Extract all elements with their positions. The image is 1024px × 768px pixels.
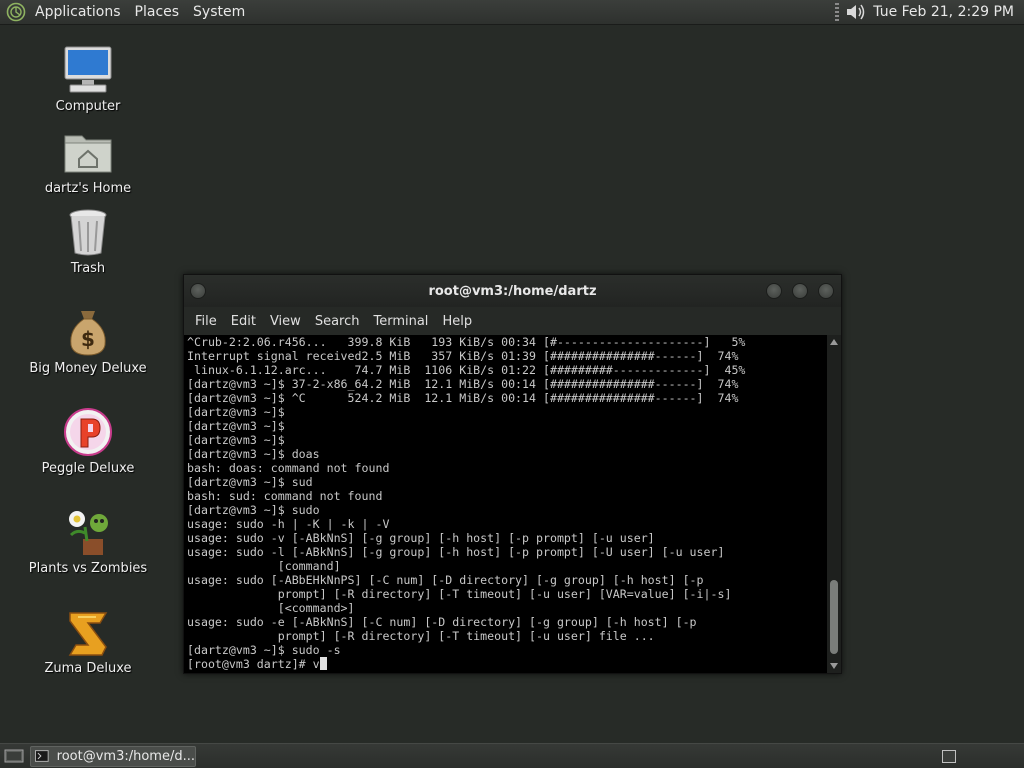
clock[interactable]: Tue Feb 21, 2:29 PM [867, 4, 1024, 20]
trash-icon [69, 209, 107, 256]
terminal-cursor [319, 657, 327, 670]
menu-view[interactable]: View [263, 314, 308, 329]
home-folder-icon [64, 135, 112, 173]
terminal-menubar: File Edit View Search Terminal Help [184, 307, 841, 335]
menu-file[interactable]: File [188, 314, 224, 329]
places-menu[interactable]: Places [128, 0, 187, 25]
show-desktop-icon[interactable] [4, 748, 24, 764]
menu-edit[interactable]: Edit [224, 314, 263, 329]
taskbar-terminal-button[interactable]: root@vm3:/home/d... [30, 745, 196, 767]
desktop-icon-label: Big Money Deluxe [29, 361, 147, 376]
applications-menu[interactable]: Applications [28, 0, 128, 25]
scroll-up-icon[interactable] [830, 339, 838, 345]
peggle-icon [64, 408, 112, 456]
terminal-line: [dartz@vm3 ~]$ sudo -s [187, 643, 341, 657]
terminal-output[interactable]: ^Crub-2:2.06.r456... 399.8 KiB 193 KiB/s… [184, 335, 827, 673]
workspace-switcher[interactable] [942, 749, 956, 763]
terminal-line: [dartz@vm3 ~]$ doas [187, 447, 320, 461]
terminal-line: usage: sudo -h | -K | -k | -V [187, 517, 390, 531]
terminal-titlebar[interactable]: root@vm3:/home/dartz [184, 275, 841, 307]
terminal-line: bash: sud: command not found [187, 489, 383, 503]
terminal-line: [dartz@vm3 ~]$ ^C 524.2 MiB 12.1 MiB/s 0… [187, 391, 739, 405]
svg-text:$: $ [81, 327, 95, 351]
desktop-icon-big-money[interactable]: $ Big Money Deluxe [18, 306, 158, 376]
minimize-button[interactable] [766, 283, 782, 299]
desktop-icon-label: dartz's Home [44, 181, 132, 196]
terminal-line: Interrupt signal received2.5 MiB 357 KiB… [187, 349, 739, 363]
top-panel: Applications Places System Tue Feb 21, 2… [0, 0, 1024, 25]
desktop-icon-label: Plants vs Zombies [28, 561, 148, 576]
terminal-line: [command] [187, 559, 341, 573]
window-title: root@vm3:/home/dartz [428, 283, 597, 299]
terminal-line: [dartz@vm3 ~]$ sudo [187, 503, 320, 517]
terminal-line: usage: sudo [-ABbEHkNnPS] [-C num] [-D d… [187, 573, 704, 587]
scrollbar-thumb[interactable] [830, 580, 838, 654]
desktop-icon-label: Zuma Deluxe [44, 661, 132, 676]
menu-terminal[interactable]: Terminal [366, 314, 435, 329]
computer-icon [64, 46, 112, 93]
terminal-line: [dartz@vm3 ~]$ [187, 433, 285, 447]
maximize-button[interactable] [792, 283, 808, 299]
terminal-line: linux-6.1.12.arc... 74.7 MiB 1106 KiB/s … [187, 363, 746, 377]
desktop-icon-label: Trash [70, 261, 106, 276]
desktop-icon-home[interactable]: dartz's Home [18, 126, 158, 196]
desktop-icon-label: Peggle Deluxe [41, 461, 135, 476]
plants-vs-zombies-icon [69, 511, 108, 555]
terminal-line: usage: sudo -e [-ABkNnS] [-C num] [-D di… [187, 615, 697, 629]
scroll-down-icon[interactable] [830, 663, 838, 669]
terminal-line: [dartz@vm3 ~]$ [187, 419, 285, 433]
terminal-lines: ^Crub-2:2.06.r456... 399.8 KiB 193 KiB/s… [184, 335, 827, 671]
volume-icon[interactable] [845, 2, 867, 22]
panel-handle[interactable] [835, 3, 840, 21]
distro-logo-icon[interactable] [6, 2, 26, 22]
terminal-scrollbar[interactable] [827, 335, 841, 673]
desktop-icon-trash[interactable]: Trash [18, 206, 158, 276]
close-button[interactable] [818, 283, 834, 299]
desktop-icon-plants-vs-zombies[interactable]: Plants vs Zombies [18, 506, 158, 576]
terminal-current-input: [root@vm3 dartz]# v [187, 657, 320, 671]
desktop-icon-computer[interactable]: Computer [18, 44, 158, 114]
terminal-line: [<command>] [187, 601, 355, 615]
desktop-icon-label: Computer [55, 99, 121, 114]
terminal-prompt-line: [root@vm3 dartz]# v [187, 657, 827, 671]
bottom-panel: root@vm3:/home/d... [0, 743, 1024, 768]
zuma-icon [68, 612, 108, 656]
money-bag-icon: $ [70, 311, 106, 356]
panel-tray: Tue Feb 21, 2:29 PM [835, 0, 1024, 25]
menu-search[interactable]: Search [308, 314, 367, 329]
terminal-line: usage: sudo -l [-ABkNnS] [-g group] [-h … [187, 545, 725, 559]
menu-help[interactable]: Help [435, 314, 479, 329]
desktop-icon-zuma[interactable]: Zuma Deluxe [18, 606, 158, 676]
terminal-line: usage: sudo -v [-ABkNnS] [-g group] [-h … [187, 531, 655, 545]
desktop-icon-peggle[interactable]: Peggle Deluxe [18, 406, 158, 476]
terminal-line: [dartz@vm3 ~]$ sud [187, 475, 313, 489]
system-menu[interactable]: System [186, 0, 252, 25]
terminal-line: prompt] [-R directory] [-T timeout] [-u … [187, 629, 655, 643]
terminal-icon [35, 750, 49, 762]
terminal-line: [dartz@vm3 ~]$ [187, 405, 285, 419]
terminal-line: bash: doas: command not found [187, 461, 390, 475]
terminal-line: prompt] [-R directory] [-T timeout] [-u … [187, 587, 732, 601]
terminal-window: root@vm3:/home/dartz File Edit View Sear… [183, 274, 842, 674]
terminal-line: ^Crub-2:2.06.r456... 399.8 KiB 193 KiB/s… [187, 335, 746, 349]
terminal-line: [dartz@vm3 ~]$ 37-2-x86_64.2 MiB 12.1 Mi… [187, 377, 739, 391]
taskbar-button-label: root@vm3:/home/d... [56, 748, 195, 764]
